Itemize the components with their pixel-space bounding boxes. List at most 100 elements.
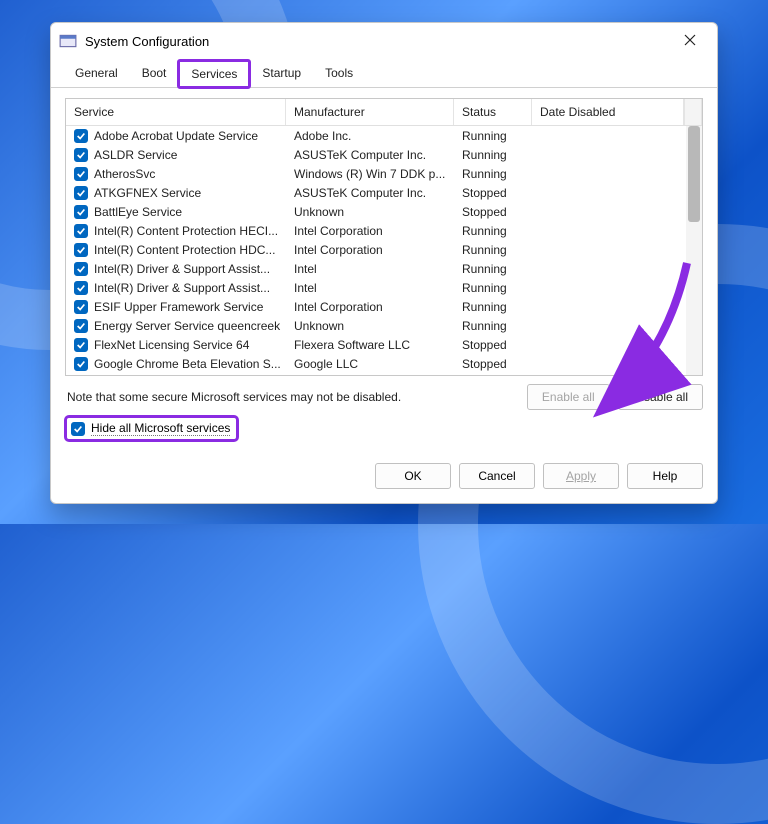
status-cell: Running	[454, 243, 532, 257]
service-checkbox[interactable]	[74, 129, 88, 143]
service-name: Intel(R) Content Protection HDC...	[94, 243, 275, 257]
manufacturer-cell: Unknown	[286, 205, 454, 219]
status-cell: Running	[454, 262, 532, 276]
table-row[interactable]: Intel(R) Content Protection HECI... Intel…	[66, 221, 702, 240]
tab-boot[interactable]: Boot	[130, 60, 179, 88]
status-cell: Running	[454, 224, 532, 238]
titlebar: System Configuration	[51, 23, 717, 59]
table-row[interactable]: Intel(R) Driver & Support Assist... Intel…	[66, 259, 702, 278]
service-checkbox[interactable]	[74, 167, 88, 181]
service-name: ESIF Upper Framework Service	[94, 300, 263, 314]
manufacturer-cell: Intel Corporation	[286, 224, 454, 238]
enable-all-button[interactable]: Enable all	[527, 384, 610, 410]
service-checkbox[interactable]	[74, 300, 88, 314]
col-header-service[interactable]: Service	[66, 99, 286, 125]
service-name: BattlEye Service	[94, 205, 182, 219]
manufacturer-cell: Unknown	[286, 319, 454, 333]
tab-strip: General Boot Services Startup Tools	[51, 59, 717, 88]
hide-microsoft-checkbox[interactable]	[71, 422, 85, 436]
service-name: AtherosSvc	[94, 167, 155, 181]
tab-services[interactable]: Services	[178, 60, 250, 88]
service-checkbox[interactable]	[74, 224, 88, 238]
window-title: System Configuration	[85, 34, 209, 49]
manufacturer-cell: Intel Corporation	[286, 243, 454, 257]
note-text: Note that some secure Microsoft services…	[67, 390, 401, 404]
table-body: Adobe Acrobat Update ServiceAdobe Inc.Ru…	[66, 126, 702, 375]
tab-tools[interactable]: Tools	[313, 60, 365, 88]
services-table: Service Manufacturer Status Date Disable…	[65, 98, 703, 376]
col-header-status[interactable]: Status	[454, 99, 532, 125]
service-checkbox[interactable]	[74, 319, 88, 333]
service-name: FlexNet Licensing Service 64	[94, 338, 249, 352]
manufacturer-cell: Intel Corporation	[286, 300, 454, 314]
manufacturer-cell: ASUSTeK Computer Inc.	[286, 186, 454, 200]
tab-panel: Service Manufacturer Status Date Disable…	[51, 88, 717, 455]
status-cell: Running	[454, 319, 532, 333]
table-row[interactable]: Intel(R) Content Protection HDC... Intel …	[66, 240, 702, 259]
tab-startup[interactable]: Startup	[250, 60, 313, 88]
hide-microsoft-row: Hide all Microsoft services	[65, 414, 703, 447]
table-header: Service Manufacturer Status Date Disable…	[66, 99, 702, 126]
table-row[interactable]: AtherosSvc Windows (R) Win 7 DDK p...Runn…	[66, 164, 702, 183]
close-button[interactable]	[671, 27, 709, 55]
col-header-date-disabled[interactable]: Date Disabled	[532, 99, 684, 125]
disable-all-button[interactable]: Disable all	[618, 384, 703, 410]
status-cell: Running	[454, 167, 532, 181]
service-name: Google Chrome Beta Elevation S...	[94, 357, 281, 371]
apply-button[interactable]: Apply	[543, 463, 619, 489]
vertical-scrollbar[interactable]	[686, 126, 702, 375]
service-checkbox[interactable]	[74, 148, 88, 162]
manufacturer-cell: Intel	[286, 281, 454, 295]
tab-general[interactable]: General	[63, 60, 130, 88]
service-name: Energy Server Service queencreek	[94, 319, 280, 333]
service-name: Adobe Acrobat Update Service	[94, 129, 258, 143]
help-button[interactable]: Help	[627, 463, 703, 489]
manufacturer-cell: Google LLC	[286, 357, 454, 371]
table-row[interactable]: ESIF Upper Framework Service Intel Corpor…	[66, 297, 702, 316]
service-checkbox[interactable]	[74, 205, 88, 219]
status-cell: Running	[454, 148, 532, 162]
table-row[interactable]: ATKGFNEX Service ASUSTeK Computer Inc.Sto…	[66, 183, 702, 202]
status-cell: Stopped	[454, 357, 532, 371]
scrollbar-header-gap	[684, 99, 702, 125]
table-row[interactable]: ASLDR Service ASUSTeK Computer Inc.Runnin…	[66, 145, 702, 164]
status-cell: Running	[454, 129, 532, 143]
service-name: ASLDR Service	[94, 148, 177, 162]
service-name: Intel(R) Driver & Support Assist...	[94, 281, 270, 295]
status-cell: Stopped	[454, 205, 532, 219]
service-name: Intel(R) Content Protection HECI...	[94, 224, 278, 238]
service-checkbox[interactable]	[74, 262, 88, 276]
cancel-button[interactable]: Cancel	[459, 463, 535, 489]
status-cell: Stopped	[454, 186, 532, 200]
manufacturer-cell: Flexera Software LLC	[286, 338, 454, 352]
status-cell: Running	[454, 300, 532, 314]
col-header-manufacturer[interactable]: Manufacturer	[286, 99, 454, 125]
status-cell: Stopped	[454, 338, 532, 352]
ok-button[interactable]: OK	[375, 463, 451, 489]
status-cell: Running	[454, 281, 532, 295]
service-checkbox[interactable]	[74, 357, 88, 371]
scroll-thumb[interactable]	[688, 126, 700, 222]
service-name: ATKGFNEX Service	[94, 186, 201, 200]
table-row[interactable]: Intel(R) Driver & Support Assist... Intel…	[66, 278, 702, 297]
service-checkbox[interactable]	[74, 186, 88, 200]
dialog-buttons: OK Cancel Apply Help	[51, 455, 717, 503]
system-configuration-window: System Configuration General Boot Servic…	[50, 22, 718, 504]
table-row[interactable]: Energy Server Service queencreek UnknownR…	[66, 316, 702, 335]
manufacturer-cell: Windows (R) Win 7 DDK p...	[286, 167, 454, 181]
manufacturer-cell: Adobe Inc.	[286, 129, 454, 143]
table-row[interactable]: FlexNet Licensing Service 64 Flexera Soft…	[66, 335, 702, 354]
manufacturer-cell: ASUSTeK Computer Inc.	[286, 148, 454, 162]
service-name: Intel(R) Driver & Support Assist...	[94, 262, 270, 276]
hide-microsoft-label: Hide all Microsoft services	[91, 421, 230, 436]
manufacturer-cell: Intel	[286, 262, 454, 276]
close-icon	[684, 33, 696, 49]
table-row[interactable]: Google Chrome Beta Elevation S... Google …	[66, 354, 702, 373]
msconfig-icon	[59, 32, 77, 50]
table-row[interactable]: Adobe Acrobat Update Service Adobe Inc.Ru…	[66, 126, 702, 145]
service-checkbox[interactable]	[74, 338, 88, 352]
service-checkbox[interactable]	[74, 243, 88, 257]
service-checkbox[interactable]	[74, 281, 88, 295]
table-row[interactable]: BattlEye Service UnknownStopped	[66, 202, 702, 221]
note-row: Note that some secure Microsoft services…	[65, 376, 703, 414]
